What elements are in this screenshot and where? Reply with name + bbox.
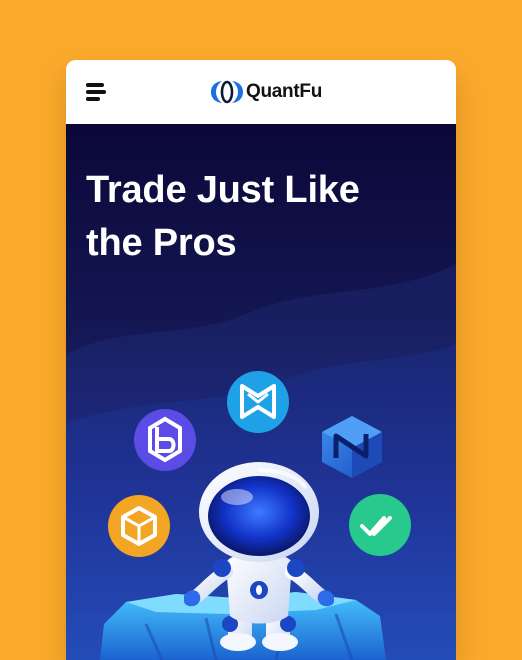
logo[interactable]: QuantFu xyxy=(210,77,322,107)
token-orange-cube-icon xyxy=(108,495,170,557)
hero-title: Trade Just Like the Pros xyxy=(86,169,360,264)
token-check-icon xyxy=(349,494,411,556)
logo-text: QuantFu xyxy=(246,81,322,102)
token-m-icon xyxy=(227,371,289,433)
mobile-frame: QuantFu Trade Just Like the Pros xyxy=(66,60,456,660)
header-bar: QuantFu xyxy=(66,60,456,124)
hamburger-menu-icon[interactable] xyxy=(84,80,108,104)
hero-section: Trade Just Like the Pros xyxy=(66,124,456,660)
token-b-icon xyxy=(134,409,196,471)
quantfu-logo-mark-icon xyxy=(211,80,243,104)
